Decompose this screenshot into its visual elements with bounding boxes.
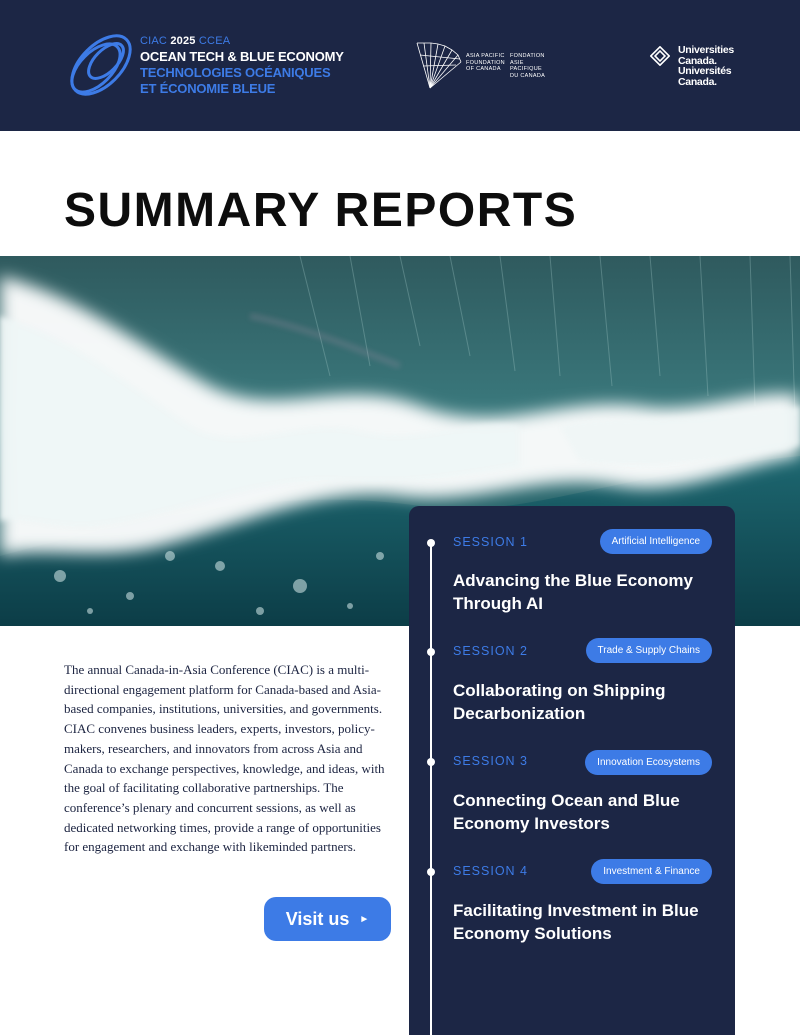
uc-line: Universités [678, 65, 732, 77]
timeline-line [430, 542, 432, 1035]
uc-diamond-icon [650, 46, 670, 66]
uc-logo-text: Universities Canada. Universités Canada. [678, 45, 734, 87]
apf-logo-text: ASIA PACIFIC FOUNDATION OF CANADA FONDAT… [466, 53, 554, 79]
play-arrow-icon: ► [359, 914, 370, 925]
logo-french-name-2: ET ÉCONOMIE BLEUE [140, 81, 276, 96]
timeline-dot [427, 868, 435, 876]
apf-en-line: ASIA PACIFIC [466, 53, 505, 59]
page-header: CIAC 2025 CCEA OCEAN TECH & BLUE ECONOMY… [0, 0, 800, 131]
apf-fr-line: FONDATION [510, 53, 545, 59]
uc-line: Universities [678, 44, 734, 56]
visit-us-button[interactable]: Visit us ► [264, 897, 391, 941]
page-title: SUMMARY REPORTS [64, 184, 578, 237]
sessions-panel: SESSION 1 Artificial Intelligence Advanc… [409, 506, 735, 1035]
session-title: Facilitating Investment in Blue Economy … [453, 901, 699, 943]
logo-prefix: CIAC [140, 35, 168, 47]
timeline-dot [427, 648, 435, 656]
logo-english-name: OCEAN TECH & BLUE ECONOMY [140, 49, 344, 64]
logo-suffix: CCEA [198, 35, 231, 47]
apf-fr-line: DU CANADA [510, 72, 546, 79]
logo-french-name-1: TECHNOLOGIES OCÉANIQUES [140, 65, 331, 80]
apf-fr-line: ASIE PACIFIQUE [510, 59, 542, 73]
ciac-logo-text: CIAC 2025 CCEA OCEAN TECH & BLUE ECONOMY… [140, 33, 344, 97]
conference-description: The annual Canada-in-Asia Conference (CI… [64, 662, 385, 855]
apf-french: FONDATION ASIE PACIFIQUE DU CANADA [510, 53, 550, 79]
timeline-dot [427, 758, 435, 766]
session-tag[interactable]: Investment & Finance [591, 859, 712, 884]
logo-event-line: CIAC 2025 CCEA [140, 33, 344, 49]
session-label: SESSION 1 [453, 535, 528, 549]
session-tag[interactable]: Artificial Intelligence [599, 529, 712, 554]
logo-year: 2025 [170, 35, 196, 47]
visit-us-label: Visit us [285, 908, 350, 929]
session-title: Advancing the Blue Economy Through AI [453, 571, 693, 613]
session-title: Collaborating on Shipping Decarbonizatio… [453, 681, 666, 723]
session-title: Connecting Ocean and Blue Economy Invest… [453, 791, 680, 833]
session-label: SESSION 4 [453, 864, 528, 878]
apf-en-line: OF CANADA [466, 66, 501, 72]
timeline-dot [427, 539, 435, 547]
session-label: SESSION 2 [453, 644, 528, 658]
session-label: SESSION 3 [453, 754, 528, 768]
session-tag[interactable]: Innovation Ecosystems [585, 750, 712, 775]
uc-line: Canada. [678, 75, 717, 88]
session-tag[interactable]: Trade & Supply Chains [585, 638, 712, 663]
apf-fan-icon [416, 42, 462, 89]
apf-english: ASIA PACIFIC FOUNDATION OF CANADA [466, 53, 506, 73]
ciac-rings-logo-icon [70, 34, 132, 96]
